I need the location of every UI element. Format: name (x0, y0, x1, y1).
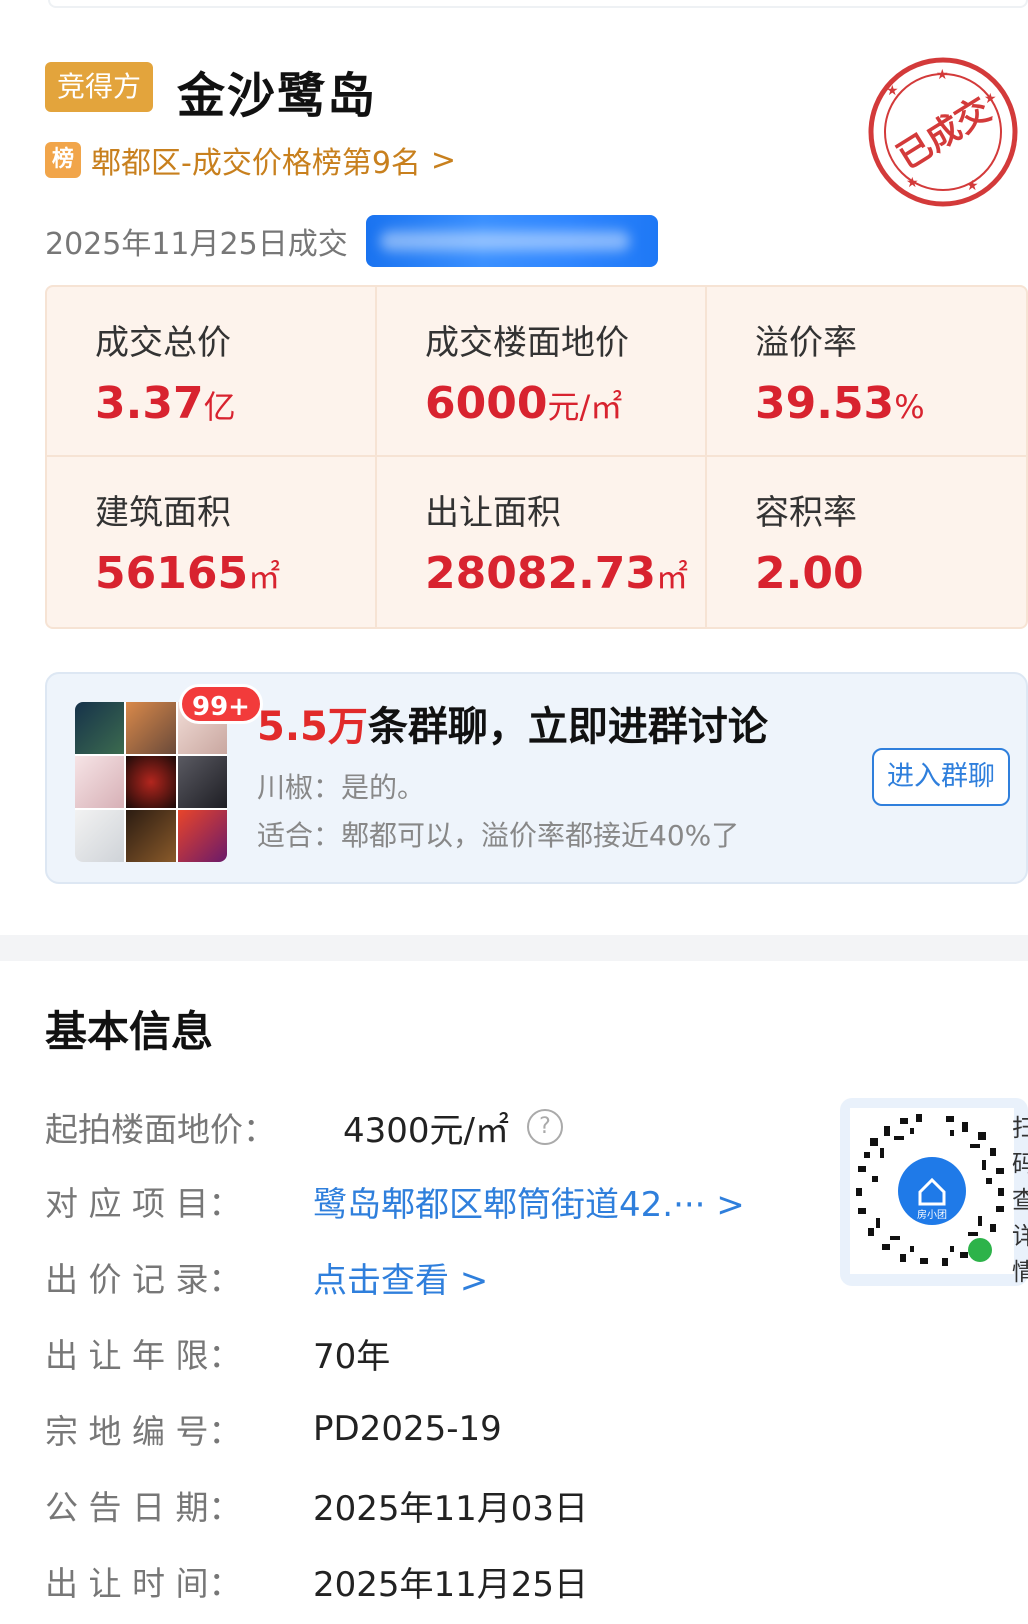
info-row-start-price: 起拍楼面地价： 4300元/㎡ ? (45, 1102, 563, 1152)
info-label: 公 告 日 期： (45, 1488, 242, 1527)
qr-code: 房小团 (850, 1108, 1014, 1274)
rank-text: 郫都区-成交价格榜第9名 (91, 146, 421, 181)
info-label: 对 应 项 目： (45, 1184, 242, 1223)
deal-date: 2025年11月25日成交 (45, 227, 348, 262)
unread-badge: 99+ (179, 684, 263, 724)
info-value: 2025年11月25日 (313, 1564, 589, 1605)
info-value: 2025年11月03日 (313, 1488, 589, 1529)
info-value: 70年 (313, 1336, 391, 1377)
stats-grid: 成交总价 3.37亿 成交楼面地价 6000元/㎡ 溢价率 39.53% 建筑面… (45, 285, 1028, 629)
rank-link[interactable]: 榜 郫都区-成交价格榜第9名 > (45, 140, 457, 181)
stamp-text: 已成交 (890, 90, 998, 178)
stat-plot-ratio: 容积率 2.00 (707, 457, 1028, 627)
info-value: 4300元/㎡ (343, 1110, 509, 1151)
info-row-announce-date: 公 告 日 期： 2025年11月03日 (45, 1480, 588, 1530)
stat-label: 出让面积 (425, 493, 561, 533)
qr-card[interactable]: 房小团 (840, 1098, 1028, 1286)
section-title: 基本信息 (45, 1007, 214, 1056)
help-icon[interactable]: ? (526, 1109, 563, 1145)
stat-building-area: 建筑面积 56165㎡ (47, 457, 377, 627)
info-row-parcel-id: 宗 地 编 号： PD2025-19 (45, 1404, 502, 1454)
join-group-button[interactable]: 进入群聊 (872, 748, 1010, 806)
qr-caption: 扫码查详情 (1012, 1114, 1028, 1286)
winner-tag: 竞得方 (45, 62, 154, 112)
info-label: 出 价 记 录： (45, 1260, 242, 1299)
rank-badge-icon: 榜 (45, 142, 81, 178)
svg-text:★: ★ (936, 67, 949, 83)
svg-text:★: ★ (906, 175, 919, 191)
info-label: 起拍楼面地价： (45, 1110, 276, 1149)
stat-label: 建筑面积 (95, 493, 231, 533)
qr-logo-text: 房小团 (917, 1208, 947, 1221)
deal-info-row: 2025年11月25日成交 (45, 215, 658, 267)
stat-label: 溢价率 (755, 323, 857, 363)
stat-label: 成交总价 (95, 323, 231, 363)
info-row-bid-record[interactable]: 出 价 记 录： 点击查看 > (45, 1252, 488, 1302)
svg-text:★: ★ (966, 178, 979, 194)
deal-closed-stamp: ★ ★ ★ ★ ★ 已成交 (868, 57, 1018, 207)
blurred-banner[interactable] (365, 215, 658, 267)
stat-total-price: 成交总价 3.37亿 (47, 287, 377, 457)
stat-value: 28082.73㎡ (425, 548, 689, 599)
stat-label: 容积率 (755, 493, 857, 533)
info-value: PD2025-19 (313, 1409, 502, 1449)
stat-premium-rate: 溢价率 39.53% (707, 287, 1028, 457)
stat-value: 2.00 (755, 548, 864, 599)
group-avatar (75, 702, 227, 862)
info-label: 宗 地 编 号： (45, 1412, 242, 1451)
bid-record-link[interactable]: 点击查看 > (313, 1253, 488, 1302)
info-label: 出 让 时 间： (45, 1564, 242, 1603)
stat-value: 6000元/㎡ (425, 378, 623, 429)
stat-floor-price: 成交楼面地价 6000元/㎡ (377, 287, 707, 457)
chevron-right-icon: > (430, 142, 457, 178)
previous-card-edge (48, 0, 1028, 8)
group-title: 5.5万条群聊，立即进群讨论 (257, 704, 768, 750)
info-row-project[interactable]: 对 应 项 目： 鹭岛郫都区郫筒街道42.··· > (45, 1176, 745, 1226)
section-divider (0, 935, 1028, 961)
stat-value: 56165㎡ (95, 548, 281, 599)
info-row-transfer-time: 出 让 时 间： 2025年11月25日 (45, 1556, 588, 1606)
stat-label: 成交楼面地价 (425, 323, 629, 363)
stat-value: 3.37亿 (95, 378, 236, 429)
stat-land-area: 出让面积 28082.73㎡ (377, 457, 707, 627)
info-label: 出 让 年 限： (45, 1336, 242, 1375)
group-message: 川椒：是的。 (257, 771, 426, 804)
stat-value: 39.53% (755, 378, 925, 429)
page-title: 金沙鹭岛 (177, 68, 378, 124)
svg-text:★: ★ (886, 83, 899, 99)
info-row-term: 出 让 年 限： 70年 (45, 1328, 390, 1378)
project-link[interactable]: 鹭岛郫都区郫筒街道42.··· > (313, 1177, 745, 1226)
group-chat-card[interactable]: 99+ 5.5万条群聊，立即进群讨论 川椒：是的。 适合：郫都可以，溢价率都接近… (45, 672, 1028, 884)
group-message: 适合：郫都可以，溢价率都接近40%了 (257, 819, 740, 852)
